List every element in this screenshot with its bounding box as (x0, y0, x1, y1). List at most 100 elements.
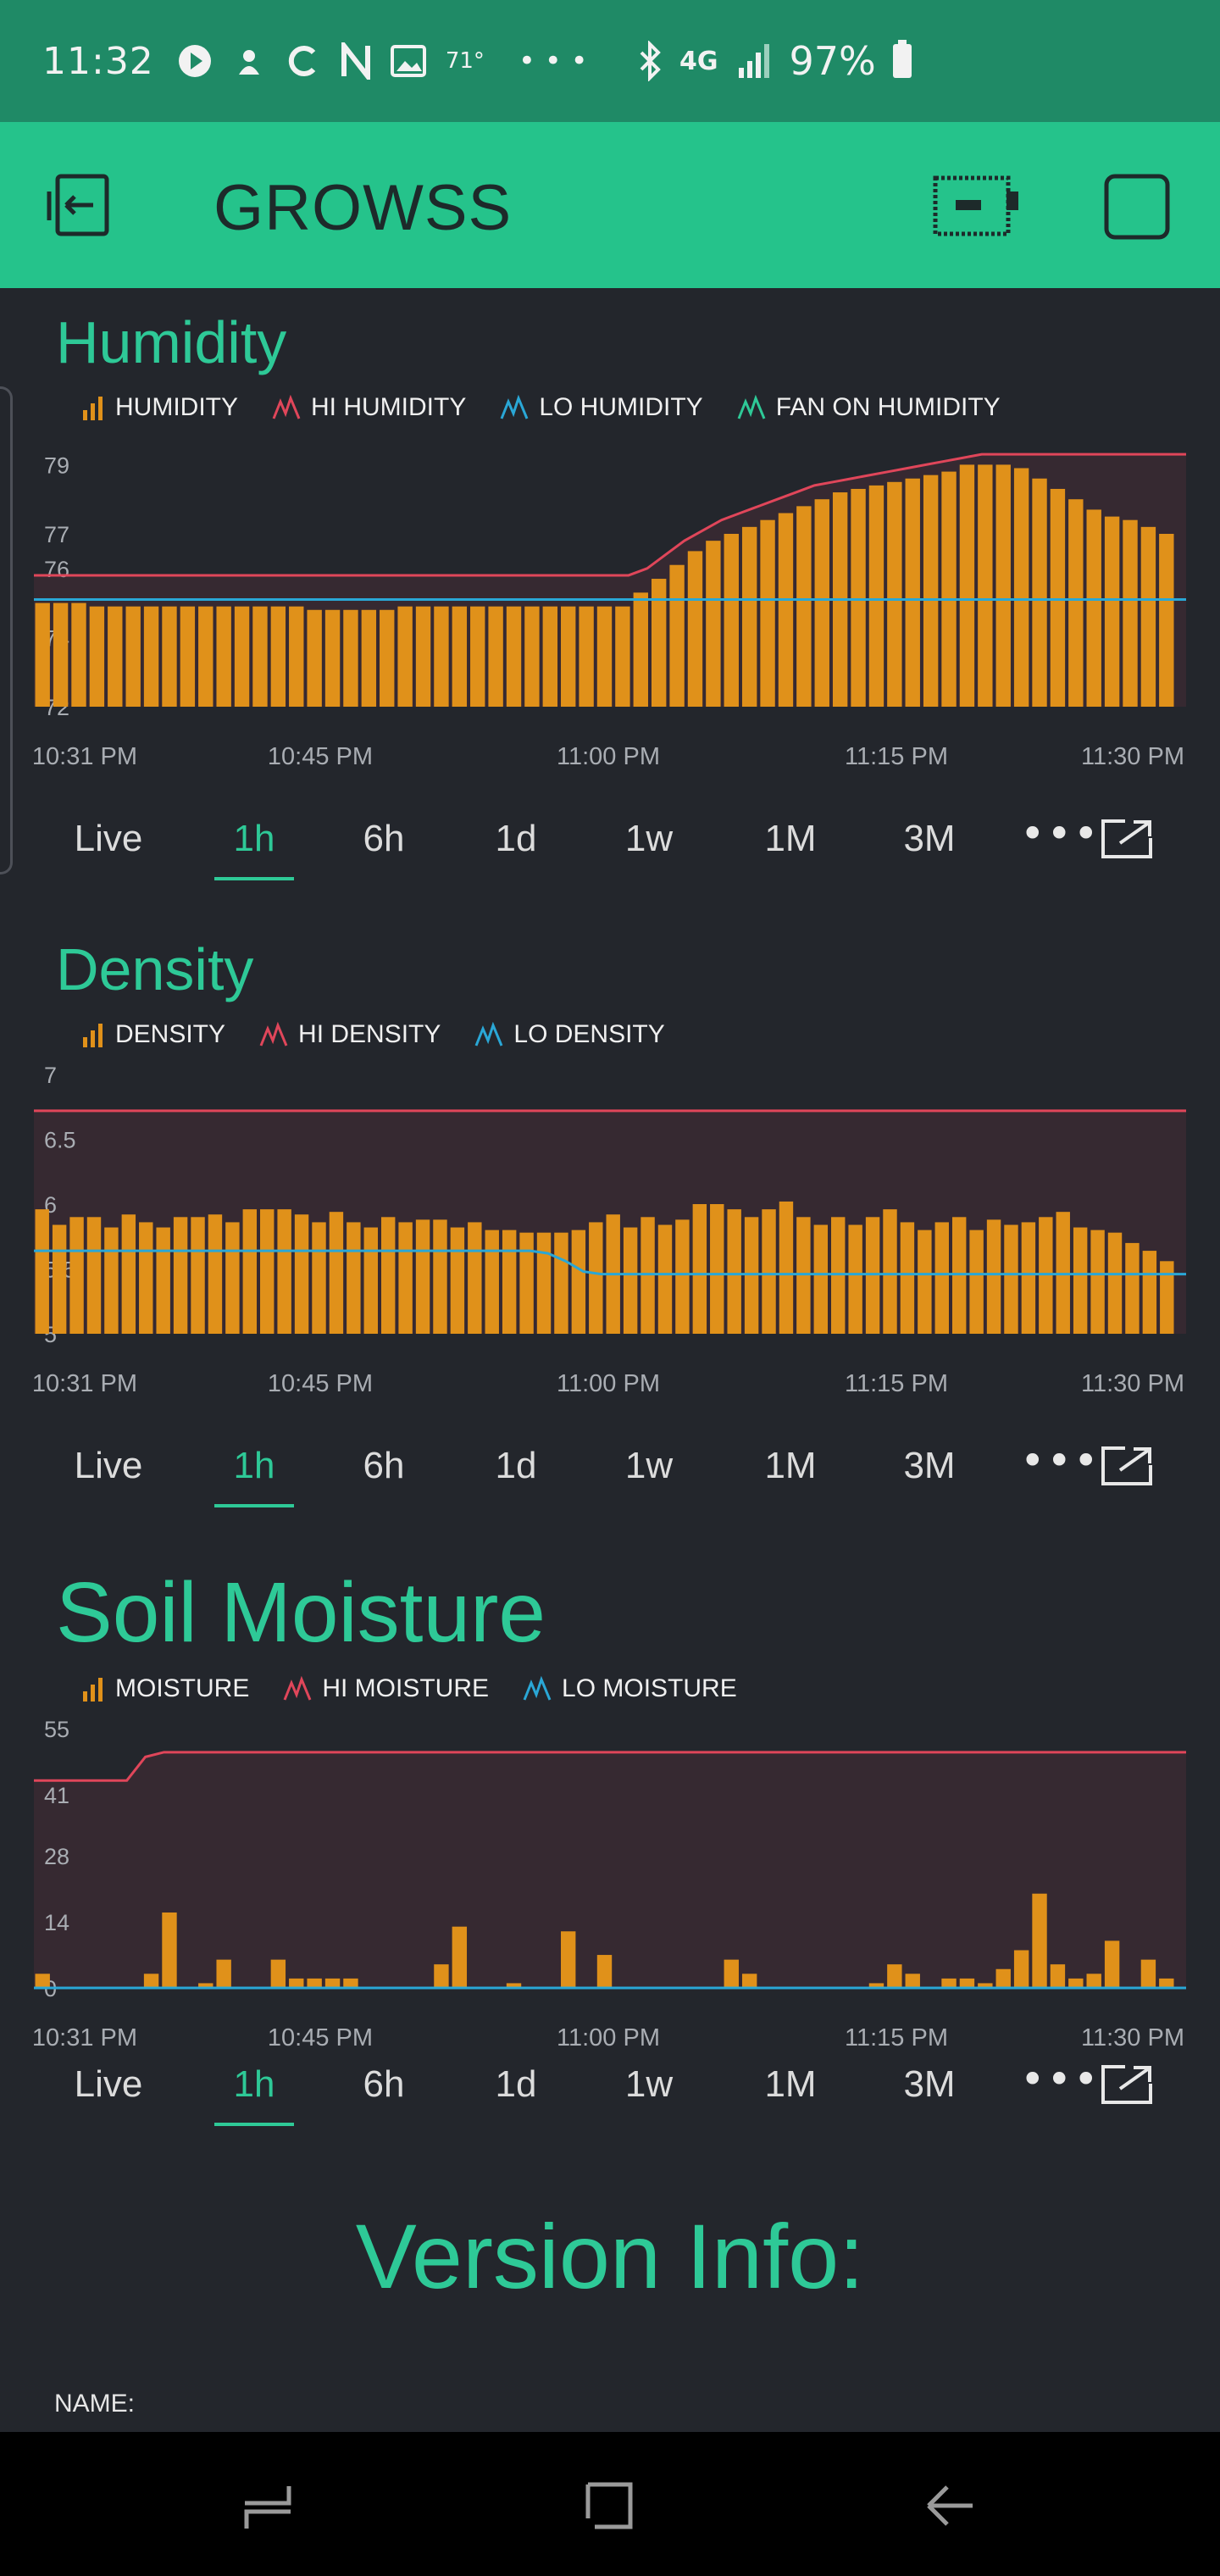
data-bar (814, 499, 829, 707)
legend-item: LO MOISTURE (523, 1674, 737, 1703)
soil-moisture-chart[interactable]: 01428415510:31 PM 10:45 PM 11:00 PM 11:15 P… (0, 1713, 1220, 2061)
data-bar (813, 1224, 829, 1334)
data-bar (104, 1227, 119, 1334)
data-bar (143, 1974, 159, 1988)
data-bar (35, 602, 50, 707)
legend-label: DENSITY (115, 1020, 226, 1048)
legend-item: HUMIDITY (81, 393, 238, 422)
data-bar (589, 1222, 603, 1334)
data-bar (744, 1217, 759, 1334)
home-icon[interactable] (583, 2479, 635, 2532)
data-bar (762, 1209, 776, 1334)
data-bar (571, 1230, 586, 1334)
period-1w[interactable]: 1w (611, 818, 687, 860)
period-3m[interactable]: 3M (891, 818, 968, 860)
bar-series-icon (83, 397, 103, 420)
data-bar (108, 606, 123, 707)
line-series-icon (259, 1022, 288, 1046)
export-icon[interactable] (1100, 818, 1154, 860)
x-tick-label: 11:15 PM (845, 2024, 948, 2051)
data-bar (831, 1217, 846, 1334)
more-options-icon[interactable]: ••• (1020, 809, 1100, 858)
x-tick-label: 11:15 PM (845, 743, 948, 770)
period-1d[interactable]: 1d (478, 1445, 554, 1487)
data-bar (978, 464, 993, 707)
legend-item: DENSITY (81, 1020, 225, 1049)
data-bar (959, 1978, 975, 1988)
period-1h[interactable]: 1h (214, 818, 294, 880)
data-bar (1160, 1261, 1174, 1334)
data-bar (1104, 1940, 1120, 1988)
data-bar (934, 1222, 949, 1334)
data-bar (1004, 1224, 1018, 1334)
period-1w[interactable]: 1w (611, 2063, 687, 2106)
data-bar (89, 606, 105, 707)
bar-series-icon (83, 1678, 103, 1702)
period-3m[interactable]: 3M (891, 2063, 968, 2106)
period-live[interactable]: Live (70, 818, 147, 860)
more-options-icon[interactable]: ••• (1020, 2055, 1100, 2104)
legend-label: HUMIDITY (115, 393, 238, 421)
period-1d[interactable]: 1d (478, 818, 554, 860)
recents-icon[interactable] (241, 2481, 294, 2532)
export-icon[interactable] (1100, 2063, 1154, 2106)
data-bar (918, 1230, 932, 1334)
data-bar (1104, 516, 1120, 707)
data-bar (1039, 1217, 1053, 1334)
data-bar (887, 481, 902, 707)
data-bar (796, 506, 812, 707)
period-1w[interactable]: 1w (611, 1445, 687, 1487)
data-bar (542, 606, 558, 707)
data-bar (640, 1217, 655, 1334)
square-icon[interactable] (1101, 171, 1173, 242)
data-bar (905, 1974, 920, 1988)
x-tick-label: 11:30 PM (1081, 743, 1184, 770)
data-bar (53, 602, 69, 707)
signal-icon (738, 44, 769, 78)
x-tick-label: 11:00 PM (557, 2024, 660, 2051)
data-bar (156, 1227, 170, 1334)
data-bar (506, 606, 522, 707)
y-tick-label: 7 (44, 1063, 57, 1088)
data-bar (1125, 1242, 1140, 1334)
data-bar (35, 1974, 50, 1988)
period-1h[interactable]: 1h (214, 1445, 294, 1507)
data-bar (452, 606, 468, 707)
period-1m[interactable]: 1M (752, 818, 829, 860)
device-status-icon[interactable] (932, 175, 1020, 237)
more-notifications-icon: • • • (518, 44, 588, 78)
period-1h[interactable]: 1h (214, 2063, 294, 2126)
x-tick-label: 11:30 PM (1081, 1370, 1184, 1397)
data-bar (969, 1230, 984, 1334)
legend-label: LO MOISTURE (562, 1674, 737, 1702)
data-bar (270, 606, 286, 707)
x-tick-label: 11:00 PM (557, 743, 660, 770)
data-bar (329, 1212, 344, 1334)
data-bar (865, 1217, 880, 1334)
data-bar (1123, 519, 1138, 707)
legend-label: HI MOISTURE (322, 1674, 490, 1702)
back-icon[interactable] (923, 2479, 976, 2532)
period-1m[interactable]: 1M (752, 2063, 829, 2106)
data-bar (596, 1955, 613, 1988)
exit-icon[interactable] (46, 171, 119, 239)
period-1d[interactable]: 1d (478, 2063, 554, 2106)
period-6h[interactable]: 6h (346, 1445, 422, 1487)
period-6h[interactable]: 6h (346, 818, 422, 860)
soil-moisture-period-selector: Live 1h 6h 1d 1w 1M 3M ••• (0, 2055, 1220, 2140)
period-6h[interactable]: 6h (346, 2063, 422, 2106)
export-icon[interactable] (1100, 1445, 1154, 1487)
data-bar (1050, 1964, 1066, 1988)
density-chart[interactable]: 55.566.5710:31 PM10:45 PM11:00 PM11:15 P… (0, 1059, 1220, 1407)
data-bar (1050, 488, 1066, 707)
period-1m[interactable]: 1M (752, 1445, 829, 1487)
period-live[interactable]: Live (70, 2063, 147, 2106)
data-bar (398, 1222, 413, 1334)
more-options-icon[interactable]: ••• (1020, 1436, 1100, 1485)
data-bar (905, 478, 920, 707)
period-3m[interactable]: 3M (891, 1445, 968, 1487)
humidity-chart[interactable]: 727476777910:31 PM10:45 PM11:00 PM11:15 … (0, 432, 1220, 780)
data-bar (657, 1224, 673, 1334)
period-live[interactable]: Live (70, 1445, 147, 1487)
data-bar (692, 1204, 707, 1334)
